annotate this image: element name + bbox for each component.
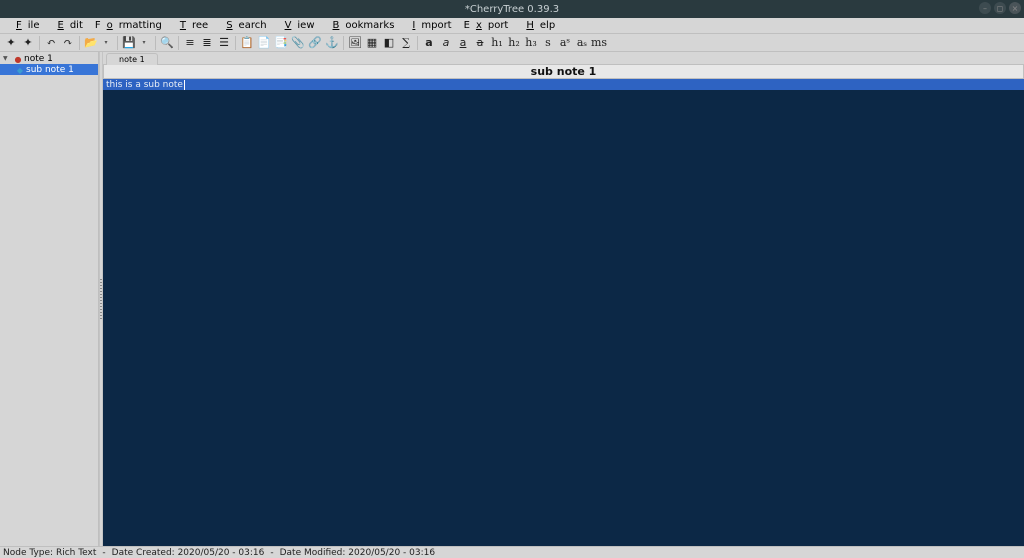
paste-button[interactable]: 📄: [256, 35, 272, 51]
minimize-button[interactable]: –: [979, 2, 991, 14]
menu-help[interactable]: Help: [514, 20, 561, 31]
status-date-created: Date Created: 2020/05/20 - 03:16: [112, 548, 265, 558]
copy-button[interactable]: 📋: [239, 35, 255, 51]
equation-button[interactable]: ∑: [398, 35, 414, 51]
tree-child-node[interactable]: ◆ sub note 1: [0, 64, 98, 75]
toolbar-separator: [343, 36, 344, 50]
menu-search[interactable]: Search: [214, 20, 272, 31]
status-bar: Node Type: Rich Text - Date Created: 202…: [0, 546, 1024, 558]
node-icon: ◆: [16, 66, 24, 74]
toolbar-separator: [417, 36, 418, 50]
menu-import[interactable]: Import: [400, 20, 457, 31]
undo-button[interactable]: ↶: [43, 35, 59, 51]
format-strikethrough-button[interactable]: a: [472, 35, 488, 51]
save-button[interactable]: 💾: [121, 35, 137, 51]
menu-export[interactable]: Export: [458, 20, 515, 31]
toolbar: ✦✦↶↷📂▾💾▾🔍≡≣☰📋📄📑📎🔗⚓🖼▦◧∑aaaah₁h₂h₃saˢaₛms: [0, 34, 1024, 52]
status-date-modified: Date Modified: 2020/05/20 - 03:16: [280, 548, 435, 558]
h2-button[interactable]: h₂: [506, 35, 522, 51]
menu-tree[interactable]: Tree: [168, 20, 214, 31]
toolbar-separator: [155, 36, 156, 50]
tree-expand-toggle[interactable]: ▼: [3, 55, 12, 62]
superscript-button[interactable]: aˢ: [557, 35, 573, 51]
node-title: sub note 1: [531, 65, 597, 78]
small-button[interactable]: s: [540, 35, 556, 51]
format-italic-button[interactable]: a: [438, 35, 454, 51]
subscript-button[interactable]: aₛ: [574, 35, 590, 51]
toolbar-separator: [39, 36, 40, 50]
main-panel: note 1 sub note 1 this is a sub note: [103, 52, 1024, 546]
redo-button[interactable]: ↷: [60, 35, 76, 51]
toolbar-separator: [235, 36, 236, 50]
clipboard-button[interactable]: 📑: [273, 35, 289, 51]
editor-caret: [184, 80, 185, 90]
node-icon: ●: [14, 55, 22, 63]
codebox-button[interactable]: ◧: [381, 35, 397, 51]
client-area: ▼ ● note 1 ◆ sub note 1 note 1 sub note …: [0, 52, 1024, 546]
attach-button[interactable]: 📎: [290, 35, 306, 51]
tree-root-node[interactable]: ▼ ● note 1: [0, 53, 98, 64]
anchor-button[interactable]: ⚓: [324, 35, 340, 51]
toolbar-separator: [117, 36, 118, 50]
close-button[interactable]: ×: [1009, 2, 1021, 14]
list-todo-button[interactable]: ☰: [216, 35, 232, 51]
dropdown-arrow[interactable]: ▾: [136, 35, 152, 51]
window-titlebar: *CherryTree 0.39.3 – ◻ ×: [0, 0, 1024, 18]
window-controls: – ◻ ×: [979, 2, 1021, 14]
tree-panel: ▼ ● note 1 ◆ sub note 1: [0, 52, 99, 546]
window-title: *CherryTree 0.39.3: [465, 4, 559, 15]
menu-file[interactable]: File: [4, 20, 45, 31]
table-button[interactable]: ▦: [364, 35, 380, 51]
menu-edit[interactable]: Edit: [45, 20, 88, 31]
h3-button[interactable]: h₃: [523, 35, 539, 51]
list-number-button[interactable]: ≣: [199, 35, 215, 51]
maximize-button[interactable]: ◻: [994, 2, 1006, 14]
status-sep: -: [270, 548, 273, 558]
toolbar-separator: [79, 36, 80, 50]
menu-bookmarks[interactable]: Bookmarks: [321, 20, 401, 31]
open-button[interactable]: 📂: [83, 35, 99, 51]
tab-note1[interactable]: note 1: [106, 53, 158, 65]
dropdown-arrow[interactable]: ▾: [98, 35, 114, 51]
node-remove-button[interactable]: ✦: [20, 35, 36, 51]
format-underline-button[interactable]: a: [455, 35, 471, 51]
monospace-button[interactable]: ms: [591, 35, 607, 51]
tree-node-label: sub note 1: [26, 65, 98, 75]
menu-view[interactable]: View: [273, 20, 321, 31]
tab-strip: note 1: [103, 52, 1024, 65]
link-button[interactable]: 🔗: [307, 35, 323, 51]
editor[interactable]: this is a sub note: [103, 79, 1024, 546]
image-button[interactable]: 🖼: [347, 35, 363, 51]
menu-formatting[interactable]: Formatting: [89, 20, 168, 31]
status-node-type: Node Type: Rich Text: [3, 548, 96, 558]
editor-text: this is a sub note: [106, 79, 185, 90]
toolbar-separator: [178, 36, 179, 50]
menu-bar: FileEditFormattingTreeSearchViewBookmark…: [0, 18, 1024, 34]
find-button[interactable]: 🔍: [159, 35, 175, 51]
editor-selection-line: [103, 79, 1024, 90]
format-bold-button[interactable]: a: [421, 35, 437, 51]
node-title-bar: sub note 1: [103, 65, 1024, 79]
tree-node-label: note 1: [24, 54, 98, 64]
node-add-button[interactable]: ✦: [3, 35, 19, 51]
h1-button[interactable]: h₁: [489, 35, 505, 51]
list-bullet-button[interactable]: ≡: [182, 35, 198, 51]
status-sep: -: [102, 548, 105, 558]
tab-label: note 1: [119, 55, 145, 64]
